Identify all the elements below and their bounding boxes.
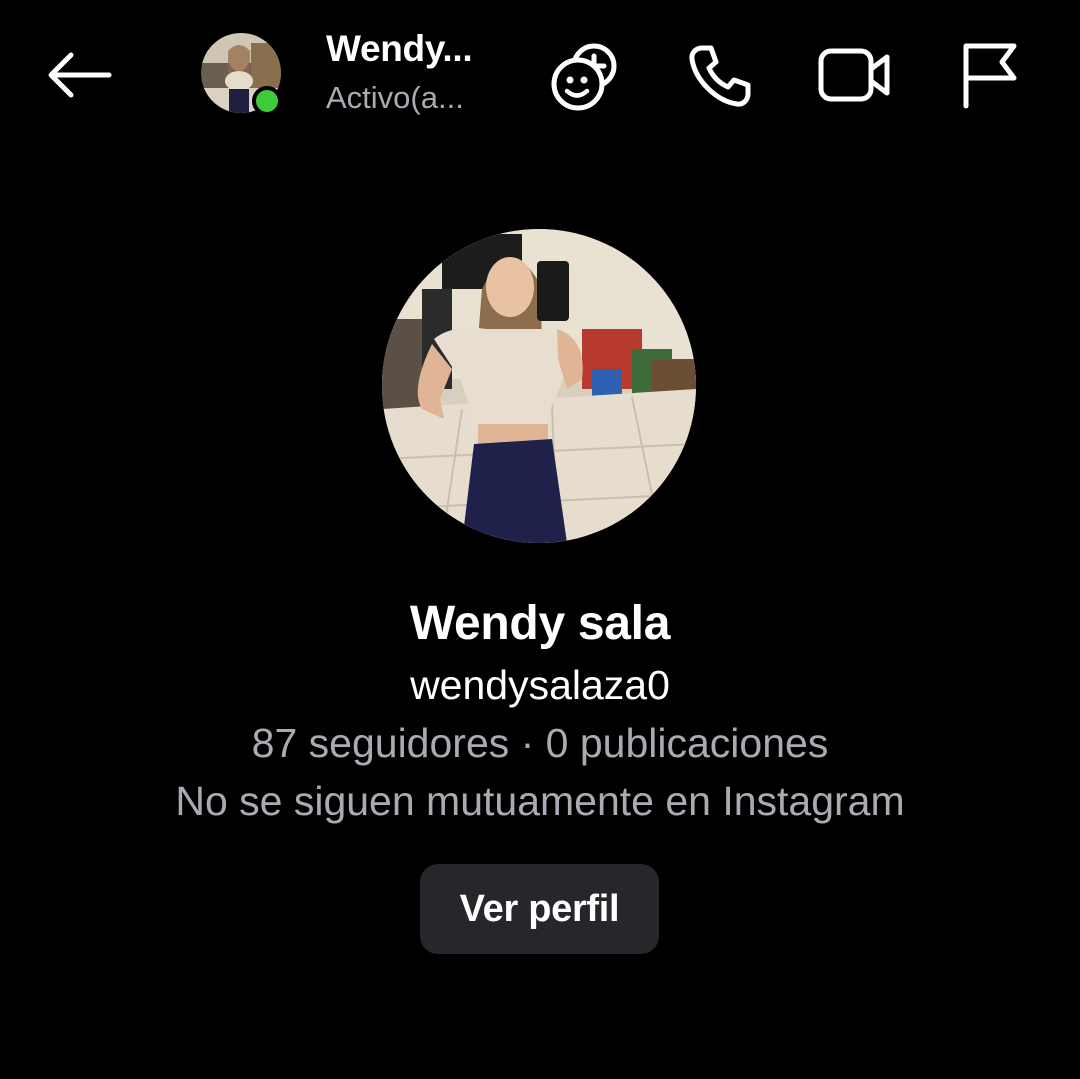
chat-header: Wendy... Activo(a... xyxy=(0,0,1080,150)
effects-button[interactable] xyxy=(548,38,622,112)
back-button[interactable] xyxy=(40,40,116,110)
contact-name[interactable]: Wendy... xyxy=(326,28,472,70)
profile-photo[interactable] xyxy=(382,229,696,543)
contact-status: Activo(a... xyxy=(326,80,464,115)
arrow-left-icon xyxy=(48,52,112,98)
profile-display-name: Wendy sala xyxy=(409,597,671,650)
video-camera-icon xyxy=(818,48,890,102)
view-profile-button[interactable]: Ver perfil xyxy=(420,864,659,954)
video-call-button[interactable] xyxy=(815,40,895,110)
mutual-follow-status: No se siguen mutuamente en Instagram xyxy=(175,778,905,824)
profile-username: wendysalaza0 xyxy=(410,662,670,708)
online-status-dot xyxy=(252,86,282,116)
voice-call-button[interactable] xyxy=(684,40,756,112)
phone-icon xyxy=(689,45,751,107)
flag-icon xyxy=(963,43,1017,109)
profile-stats: 87 seguidores · 0 publicaciones xyxy=(251,720,829,766)
sticker-add-icon xyxy=(551,43,617,111)
report-button[interactable] xyxy=(956,38,1022,112)
